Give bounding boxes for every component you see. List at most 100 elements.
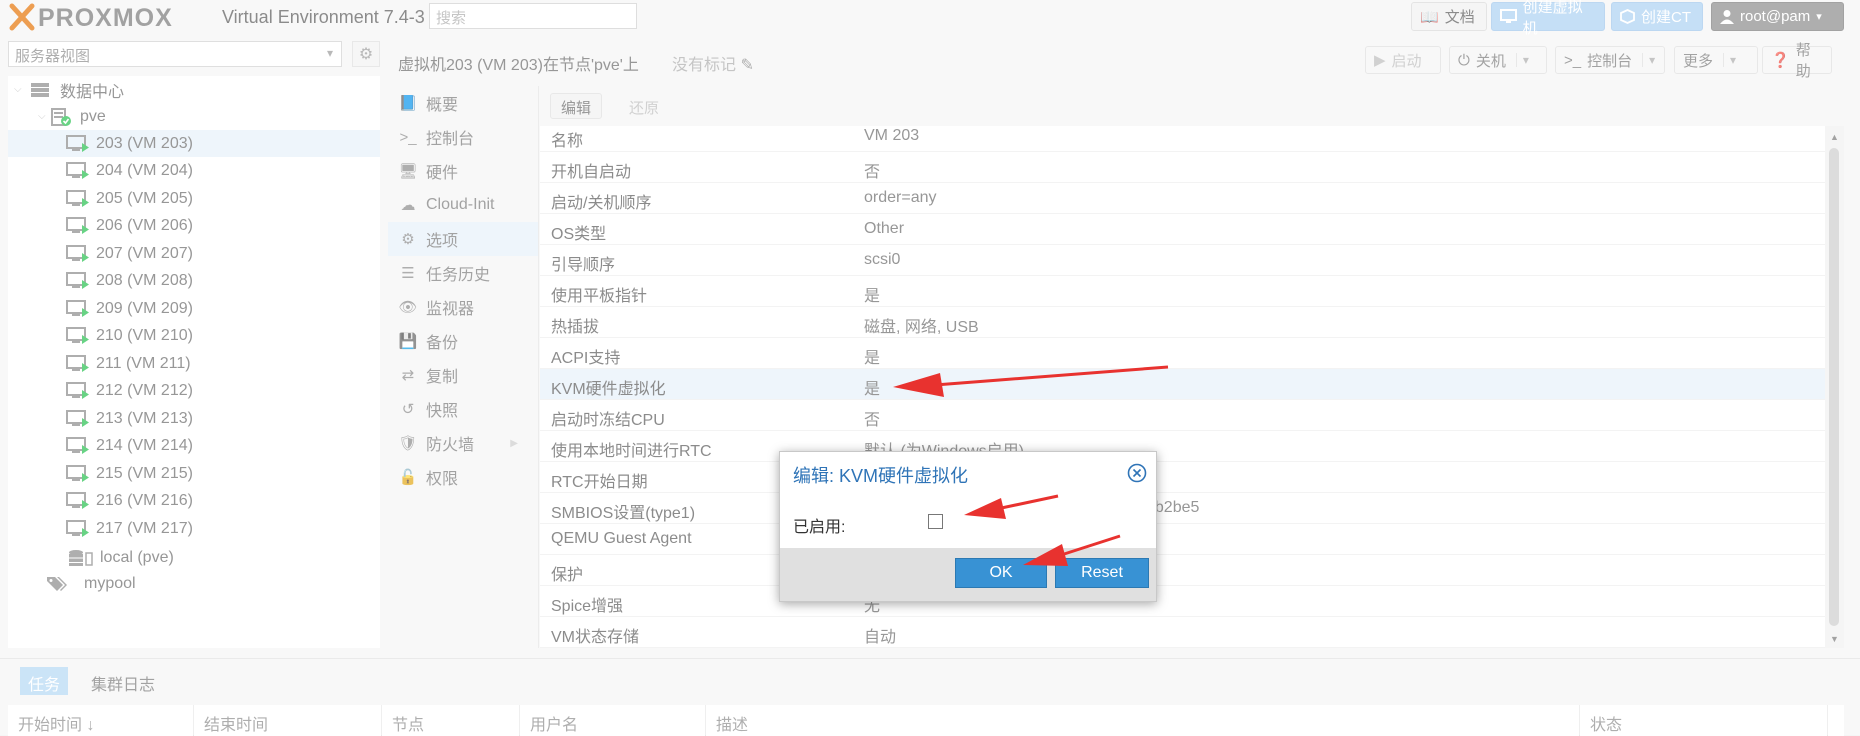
- view-selector[interactable]: 服务器视图 ▾: [8, 41, 342, 67]
- nav-task-history[interactable]: ☰ 任务历史: [388, 256, 538, 290]
- tree-vm-210[interactable]: 210 (VM 210): [8, 323, 380, 350]
- option-row-spice[interactable]: Spice增强无: [540, 586, 1825, 617]
- col-user[interactable]: 用户名: [520, 705, 706, 736]
- option-row-boot[interactable]: 引导顺序 scsi0: [540, 245, 1825, 276]
- nav-permissions[interactable]: 🔓 权限: [388, 460, 538, 494]
- col-start-time[interactable]: 开始时间 ↓: [8, 705, 194, 736]
- edit-button[interactable]: 编辑: [550, 93, 603, 119]
- tree-vm-208[interactable]: 208 (VM 208): [8, 268, 380, 295]
- option-row-startdate[interactable]: RTC开始日期: [540, 462, 1825, 493]
- vm-running-icon: [66, 492, 89, 509]
- option-row-protection[interactable]: 保护: [540, 555, 1825, 586]
- option-row-tablet[interactable]: 使用平板指针 是: [540, 276, 1825, 307]
- start-button[interactable]: ▶ 启动: [1365, 46, 1441, 74]
- tree-node-datacenter[interactable]: ⌵ 数据中心: [8, 76, 380, 103]
- close-icon[interactable]: [1127, 463, 1147, 483]
- tree-vm-211[interactable]: 211 (VM 211): [8, 350, 380, 377]
- expand-icon: ⌵: [14, 84, 22, 95]
- nav-replication[interactable]: ⇄ 复制: [388, 358, 538, 392]
- user-menu-button[interactable]: root@pam ▾: [1711, 2, 1844, 31]
- search-input[interactable]: 搜索: [429, 3, 637, 29]
- nav-options[interactable]: ⚙ 选项: [388, 222, 538, 256]
- option-key: ACPI支持: [551, 350, 621, 367]
- task-panel: 任务 集群日志 开始时间 ↓ 结束时间 节点 用户名 描述 状态: [0, 658, 1860, 736]
- option-row-name[interactable]: 名称 VM 203: [540, 126, 1825, 152]
- tree-vm-203[interactable]: 203 (VM 203): [8, 130, 380, 157]
- nav-snapshots[interactable]: ↺ 快照: [388, 392, 538, 426]
- nav-console[interactable]: >_ 控制台: [388, 120, 538, 154]
- tree-settings-button[interactable]: ⚙: [352, 41, 380, 67]
- proxmox-logo[interactable]: PROXMOX: [8, 2, 218, 32]
- more-button[interactable]: 更多 ▾: [1674, 46, 1758, 74]
- revert-button[interactable]: 还原: [618, 93, 670, 119]
- tree-vm-204[interactable]: 204 (VM 204): [8, 158, 380, 185]
- col-description[interactable]: 描述: [706, 705, 1580, 736]
- tree-node-pve[interactable]: ⌵ pve: [8, 103, 380, 130]
- option-row-acpi[interactable]: ACPI支持 是: [540, 338, 1825, 369]
- tree-vm-209[interactable]: 209 (VM 209): [8, 295, 380, 322]
- tree-vm-213[interactable]: 213 (VM 213): [8, 405, 380, 432]
- tree-pool-mypool[interactable]: mypool: [8, 570, 380, 597]
- help-label: 帮助: [1795, 42, 1811, 80]
- nav-monitor[interactable]: 👁 监视器: [388, 290, 538, 324]
- tree-vm-216[interactable]: 216 (VM 216): [8, 488, 380, 515]
- start-label: 启动: [1391, 52, 1422, 70]
- ok-button[interactable]: OK: [955, 558, 1047, 588]
- tree-node-label: 213 (VM 213): [96, 409, 193, 427]
- shutdown-button[interactable]: ⏻ 关机 ▾: [1449, 46, 1547, 74]
- vm-running-icon: [66, 354, 89, 372]
- option-row-agent[interactable]: QEMU Guest Agent: [540, 524, 1825, 555]
- options-scrollbar[interactable]: ▲ ▼: [1825, 126, 1844, 648]
- nav-label: 备份: [426, 335, 459, 352]
- docs-button[interactable]: 📖 文档: [1411, 2, 1487, 31]
- option-row-kvm[interactable]: KVM硬件虚拟化 是: [540, 369, 1825, 400]
- option-row-smbios[interactable]: SMBIOS设置(type1) eb2be5: [540, 493, 1825, 524]
- console-button[interactable]: >_ 控制台 ▾: [1555, 46, 1665, 74]
- tree-vm-212[interactable]: 212 (VM 212): [8, 378, 380, 405]
- option-value: 是: [864, 288, 881, 305]
- help-button[interactable]: ❓ 帮助: [1762, 42, 1832, 80]
- col-status[interactable]: 状态: [1580, 705, 1828, 736]
- tree-vm-205[interactable]: 205 (VM 205): [8, 185, 380, 212]
- option-value: order=any: [864, 189, 937, 206]
- create-vm-button[interactable]: 创建虚拟机: [1491, 0, 1605, 37]
- tree-storage-local[interactable]: local (pve): [8, 544, 380, 571]
- tree-vm-214[interactable]: 214 (VM 214): [8, 433, 380, 460]
- option-row-localtime[interactable]: 使用本地时间进行RTC默认 (为Windows启用): [540, 431, 1825, 462]
- reset-button[interactable]: Reset: [1055, 558, 1149, 588]
- tags-editor[interactable]: 没有标记 ✎: [672, 51, 754, 75]
- scroll-down-icon[interactable]: ▼: [1830, 634, 1839, 644]
- tree-vm-206[interactable]: 206 (VM 206): [8, 213, 380, 240]
- book-icon: 📖: [1420, 8, 1439, 26]
- tree-node-label: 212 (VM 212): [96, 382, 193, 399]
- nav-hardware[interactable]: 🖥 硬件: [388, 154, 538, 188]
- option-row-onboot[interactable]: 开机自启动 否: [540, 152, 1825, 183]
- option-row-vmstate[interactable]: VM状态存储 自动: [540, 617, 1825, 648]
- create-ct-button[interactable]: 创建CT: [1611, 2, 1703, 31]
- tree-node-label: 204 (VM 204): [96, 162, 193, 179]
- option-row-ostype[interactable]: OS类型 Other: [540, 214, 1825, 245]
- tree-node-label: 203 (VM 203): [96, 134, 193, 152]
- option-row-startup[interactable]: 启动/关机顺序 order=any: [540, 183, 1825, 214]
- nav-cloud-init[interactable]: ☁ Cloud-Init: [388, 188, 538, 222]
- user-label: root@pam: [1740, 8, 1811, 25]
- col-end-time[interactable]: 结束时间: [194, 705, 382, 736]
- nav-summary[interactable]: 📘 概要: [388, 86, 538, 120]
- tree-vm-217[interactable]: 217 (VM 217): [8, 515, 380, 542]
- tree-vm-207[interactable]: 207 (VM 207): [8, 240, 380, 267]
- option-row-hotplug[interactable]: 热插拔 磁盘, 网络, USB: [540, 307, 1825, 338]
- user-icon: [1720, 10, 1734, 24]
- option-row-freeze[interactable]: 启动时冻结CPU 否: [540, 400, 1825, 431]
- tree-vm-215[interactable]: 215 (VM 215): [8, 460, 380, 487]
- nav-firewall[interactable]: 🛡 防火墙 ▶: [388, 426, 538, 460]
- nav-backup[interactable]: 💾 备份: [388, 324, 538, 358]
- tab-tasks[interactable]: 任务: [20, 667, 69, 695]
- tab-cluster-log[interactable]: 集群日志: [83, 667, 163, 695]
- nav-label: 选项: [426, 233, 459, 250]
- chevron-down-icon: ▾: [1816, 11, 1822, 23]
- enabled-checkbox[interactable]: [928, 514, 943, 529]
- scroll-up-icon[interactable]: ▲: [1830, 132, 1839, 142]
- option-value: 磁盘, 网络, USB: [864, 319, 979, 336]
- col-node[interactable]: 节点: [382, 705, 520, 736]
- scrollbar-thumb[interactable]: [1829, 148, 1839, 626]
